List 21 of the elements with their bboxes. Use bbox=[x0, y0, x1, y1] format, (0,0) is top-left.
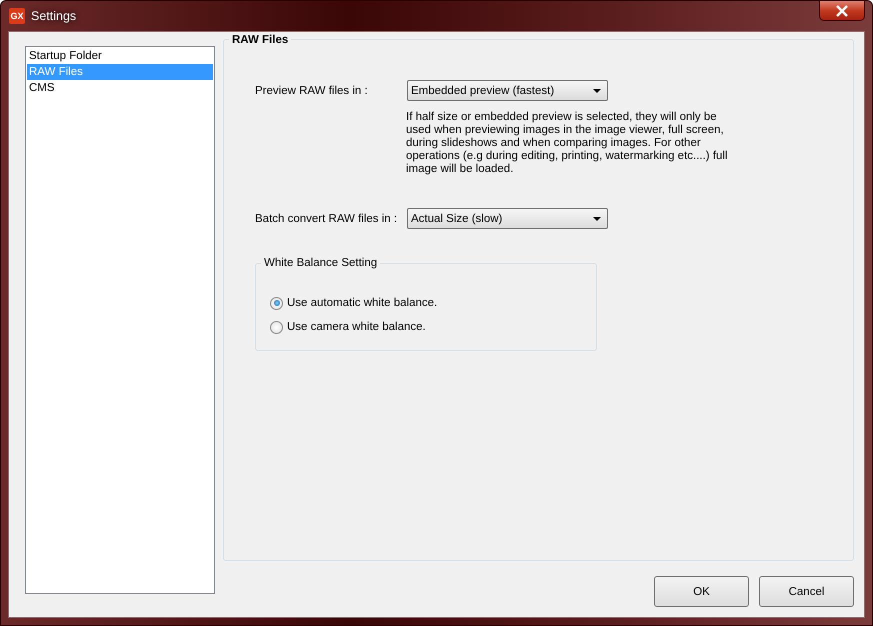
dropdown[interactable]: Actual Size (slow) bbox=[407, 208, 608, 229]
caret-icon bbox=[593, 88, 601, 92]
field-label: Batch convert RAW files in : bbox=[255, 212, 398, 224]
radio-label[interactable]: Use automatic white balance. bbox=[287, 297, 438, 309]
dialog-button[interactable]: OK bbox=[654, 576, 749, 607]
dialog-button[interactable]: Cancel bbox=[759, 576, 854, 607]
radio-button[interactable] bbox=[270, 296, 283, 310]
radio-label[interactable]: Use camera white balance. bbox=[287, 321, 426, 333]
description-text: If half size or embedded preview is selected, they will only be used when previewing images in the image viewer, full screen, during slideshows and when comparing images. For other operations (e.g during editing, printing, watermarking etc....) full image will be loaded. bbox=[406, 111, 729, 176]
app-icon: GX bbox=[9, 8, 25, 24]
field-label: Preview RAW files in : bbox=[255, 84, 369, 96]
list-item[interactable]: Startup Folder bbox=[27, 48, 213, 64]
radio-button[interactable] bbox=[270, 320, 283, 334]
close-button[interactable] bbox=[819, 1, 865, 21]
dropdown[interactable]: Embedded preview (fastest) bbox=[407, 80, 608, 101]
close-icon bbox=[835, 4, 849, 16]
group-title: White Balance Setting bbox=[261, 257, 380, 269]
window-title: Settings bbox=[31, 9, 76, 23]
list-item[interactable]: CMS bbox=[27, 80, 213, 96]
caret-icon bbox=[593, 216, 601, 220]
group-title: RAW Files bbox=[229, 34, 292, 46]
